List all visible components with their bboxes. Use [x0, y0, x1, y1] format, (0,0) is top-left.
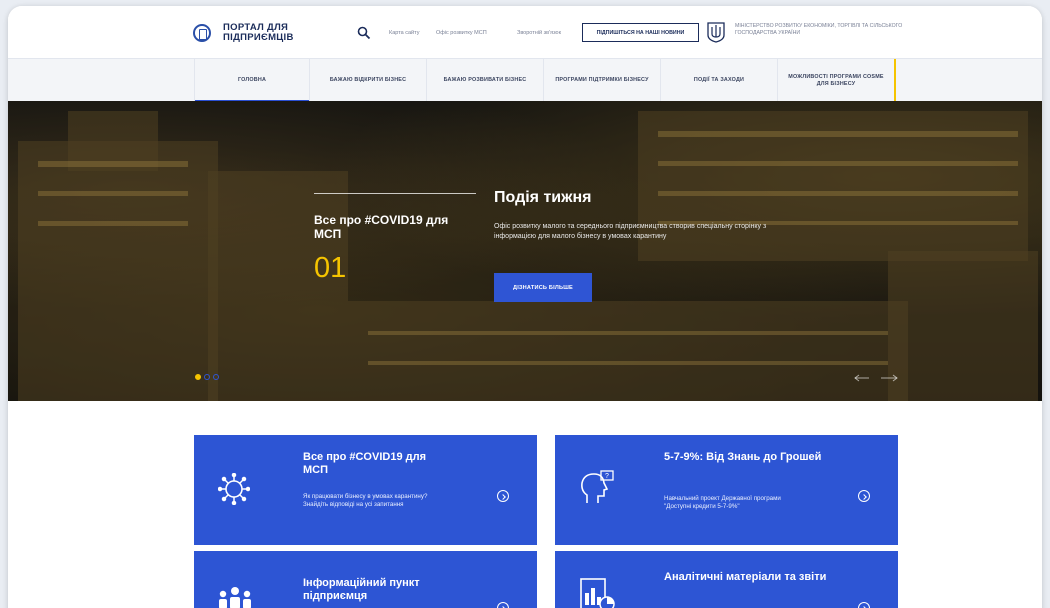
card-title: Все про #COVID19 для МСП	[303, 451, 427, 476]
slider-arrows	[854, 374, 898, 382]
slide-number: 01	[314, 252, 347, 284]
sme-office-link[interactable]: Офіс розвитку МСП	[436, 30, 487, 36]
card-title: 5-7-9%: Від Знань до Грошей	[664, 451, 822, 463]
nav-item-cosme[interactable]: МОЖЛИВОСТІ ПРОГРАМИ COSME ДЛЯ БІЗНЕСУ	[778, 59, 896, 102]
report-icon	[580, 578, 615, 608]
people-icon	[219, 587, 251, 608]
sitemap-link[interactable]: Карта сайту	[389, 30, 419, 36]
nav-item-develop-business[interactable]: БАЖАЮ РОЗВИВАТИ БІЗНЕС	[427, 59, 544, 102]
learn-more-button[interactable]: ДІЗНАТИСЬ БІЛЬШЕ	[494, 273, 592, 302]
page-frame: ПОРТАЛ ДЛЯ ПІДПРИЄМЦІВ Карта сайту Офіс …	[8, 6, 1042, 608]
slider-dot[interactable]	[213, 374, 219, 380]
card-title: Інформаційний пункт підприємця	[303, 577, 420, 602]
nav-item-home[interactable]: ГОЛОВНА	[194, 59, 310, 102]
arrow-right-icon[interactable]	[858, 490, 870, 502]
prev-arrow-icon[interactable]	[854, 374, 869, 382]
nav-item-start-business[interactable]: БАЖАЮ ВІДКРИТИ БІЗНЕС	[310, 59, 427, 102]
slider-dots	[195, 374, 219, 380]
slide-topic[interactable]: Все про #COVID19 для МСП	[314, 213, 474, 241]
card-covid[interactable]: Все про #COVID19 для МСП Як працювати бі…	[194, 435, 537, 545]
logo-text: ПОРТАЛ ДЛЯ ПІДПРИЄМЦІВ	[223, 22, 294, 43]
portal-logo-icon	[193, 24, 211, 42]
virus-icon	[218, 473, 250, 505]
card-title: Аналітичні матеріали та звіти	[664, 571, 827, 583]
next-arrow-icon[interactable]	[881, 374, 898, 382]
search-icon[interactable]	[357, 26, 371, 40]
coat-of-arms-icon	[707, 22, 725, 43]
card-description: Як працювати бізнесу в умовах карантину?…	[303, 493, 428, 508]
card-info-point[interactable]: Інформаційний пункт підприємця	[194, 551, 537, 608]
arrow-right-icon[interactable]	[497, 490, 509, 502]
subscribe-button[interactable]: ПІДПИШІТЬСЯ НА НАШІ НОВИНИ	[582, 23, 699, 42]
arrow-right-icon[interactable]	[858, 602, 870, 608]
hero-divider	[314, 193, 476, 194]
svg-text:?: ?	[605, 473, 609, 480]
hero-slider: Все про #COVID19 для МСП 01 Подія тижня …	[8, 101, 1042, 401]
hero-description: Офіс розвитку малого та середнього підпр…	[494, 223, 767, 240]
card-description: Навчальний проект Державної програми "До…	[664, 495, 781, 510]
ministry-name[interactable]: МІНІСТЕРСТВО РОЗВИТКУ ЕКОНОМІКИ, ТОРГІВЛ…	[735, 23, 905, 37]
feedback-link[interactable]: Зворотній зв'язок	[517, 30, 561, 36]
site-logo[interactable]: ПОРТАЛ ДЛЯ ПІДПРИЄМЦІВ	[193, 23, 303, 43]
nav-item-support-programs[interactable]: ПРОГРАМИ ПІДТРИМКИ БІЗНЕСУ	[544, 59, 661, 102]
site-header: ПОРТАЛ ДЛЯ ПІДПРИЄМЦІВ Карта сайту Офіс …	[8, 6, 1042, 58]
arrow-right-icon[interactable]	[497, 602, 509, 608]
hero-title: Подія тижня	[494, 189, 592, 206]
card-579-program[interactable]: ? 5-7-9%: Від Знань до Грошей Навчальний…	[555, 435, 898, 545]
slider-dot[interactable]	[204, 374, 210, 380]
head-idea-icon: ?	[581, 470, 614, 503]
nav-item-events[interactable]: ПОДІЇ ТА ЗАХОДИ	[661, 59, 778, 102]
slider-dot[interactable]	[195, 374, 201, 380]
main-nav: ГОЛОВНА БАЖАЮ ВІДКРИТИ БІЗНЕС БАЖАЮ РОЗВ…	[8, 58, 1042, 102]
card-analytics[interactable]: Аналітичні матеріали та звіти	[555, 551, 898, 608]
